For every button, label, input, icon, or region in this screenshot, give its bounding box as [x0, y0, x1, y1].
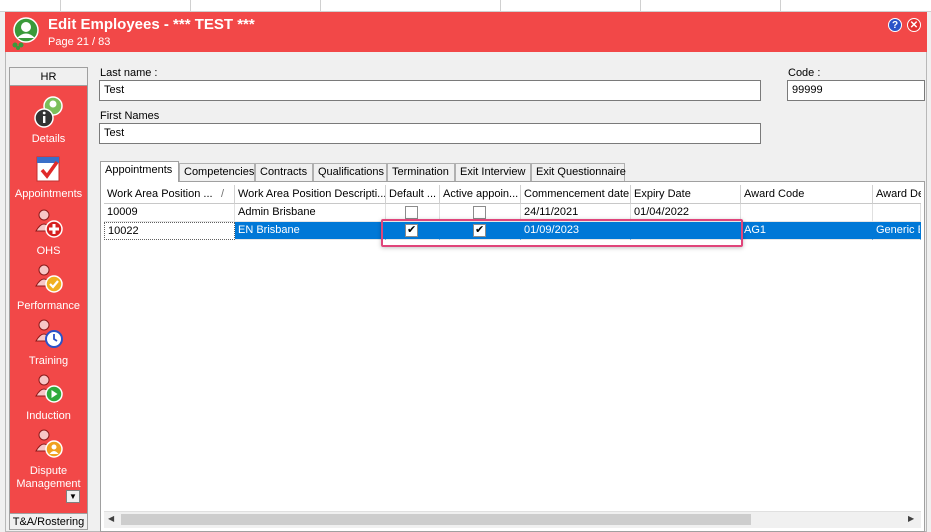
last-name-label: Last name :	[100, 67, 158, 79]
sidebar-item-label: Appointments	[14, 188, 83, 200]
table-cell-award-code[interactable]: AG1	[741, 222, 873, 240]
active-appointment-checkbox[interactable]	[473, 206, 486, 219]
table-cell-award-desc[interactable]: Generic E	[873, 222, 921, 240]
sort-indicator-icon: /	[220, 188, 224, 200]
background-grid	[0, 0, 931, 12]
column-header-work-area-position[interactable]: Work Area Position ... /	[104, 185, 235, 204]
sidebar-item-label: Induction	[26, 410, 71, 422]
tab-appointments[interactable]: Appointments	[100, 161, 179, 182]
tab-qualifications[interactable]: Qualifications	[313, 163, 387, 181]
tab-termination[interactable]: Termination	[387, 163, 455, 181]
sidebar-item-ohs[interactable]: OHS	[10, 207, 87, 257]
code-field[interactable]: 99999	[787, 80, 925, 101]
table-cell-award-desc[interactable]	[873, 204, 921, 222]
sidebar-item-label: Performance	[17, 300, 80, 312]
column-header-label: Work Area Position ...	[107, 188, 213, 200]
table-cell-position[interactable]: 10009	[104, 204, 235, 222]
column-header-award-description[interactable]: Award De	[873, 185, 921, 204]
tab-exit-questionnaire[interactable]: Exit Questionnaire	[531, 163, 626, 181]
page-indicator: Page 21 / 83	[48, 36, 111, 48]
performance-icon	[34, 264, 63, 293]
column-header-default[interactable]: Default ...	[386, 185, 440, 204]
default-checkbox[interactable]	[405, 206, 418, 219]
close-icon[interactable]: ✕	[907, 18, 921, 32]
sidebar-item-details[interactable]: Details	[10, 96, 87, 145]
sidebar-item-label: Details	[31, 133, 66, 145]
ohs-icon	[34, 209, 63, 238]
last-name-field[interactable]: Test	[99, 80, 761, 101]
appointments-icon	[36, 156, 59, 182]
sidebar-item-appointments[interactable]: Appointments	[10, 152, 87, 200]
tab-exit-interview[interactable]: Exit Interview	[455, 163, 531, 181]
sidebar-item-label: Dispute Management	[16, 465, 81, 490]
first-names-label: First Names	[100, 110, 160, 122]
training-icon	[34, 319, 63, 348]
sidebar-item-label: Training	[28, 355, 69, 367]
table-cell-award-code[interactable]	[741, 204, 873, 222]
first-names-field[interactable]: Test	[99, 123, 761, 144]
sidebar-scroll-down-button[interactable]: ▼	[66, 490, 80, 503]
scroll-left-icon[interactable]: ◀	[108, 514, 114, 523]
help-icon[interactable]: ?	[888, 18, 902, 32]
annotation-highlight-box	[381, 219, 743, 247]
sidebar-item-training[interactable]: Training	[10, 317, 87, 367]
column-header-commencement-date[interactable]: Commencement date	[521, 185, 631, 204]
sidebar-item-induction[interactable]: Induction	[10, 372, 87, 422]
table-cell-description[interactable]: EN Brisbane	[235, 222, 386, 240]
table-cell-description[interactable]: Admin Brisbane	[235, 204, 386, 222]
column-header-position-description[interactable]: Work Area Position Descripti...	[235, 185, 386, 204]
sidebar-item-performance[interactable]: Performance	[10, 262, 87, 312]
dispute-icon	[34, 429, 63, 458]
details-icon	[33, 96, 63, 128]
table-cell-position[interactable]: 10022	[104, 222, 235, 240]
induction-icon	[34, 374, 63, 403]
employees-app-icon	[12, 17, 39, 50]
window-title: Edit Employees - *** TEST ***	[48, 16, 255, 33]
sidebar-header[interactable]: HR	[10, 68, 87, 86]
sidebar-footer-ta-rostering[interactable]: T&A/Rostering	[10, 513, 87, 529]
sidebar-item-label: OHS	[36, 245, 61, 257]
scrollbar-thumb[interactable]	[121, 514, 751, 525]
column-header-active-appointment[interactable]: Active appoin...	[440, 185, 521, 204]
tab-contracts[interactable]: Contracts	[255, 163, 313, 181]
sidebar-item-dispute-management[interactable]: Dispute Management	[10, 427, 87, 491]
column-header-expiry-date[interactable]: Expiry Date	[631, 185, 741, 204]
tab-competencies[interactable]: Competencies	[179, 163, 255, 181]
code-label: Code :	[788, 67, 821, 79]
column-header-award-code[interactable]: Award Code	[741, 185, 873, 204]
scroll-right-icon[interactable]: ▶	[908, 514, 914, 523]
